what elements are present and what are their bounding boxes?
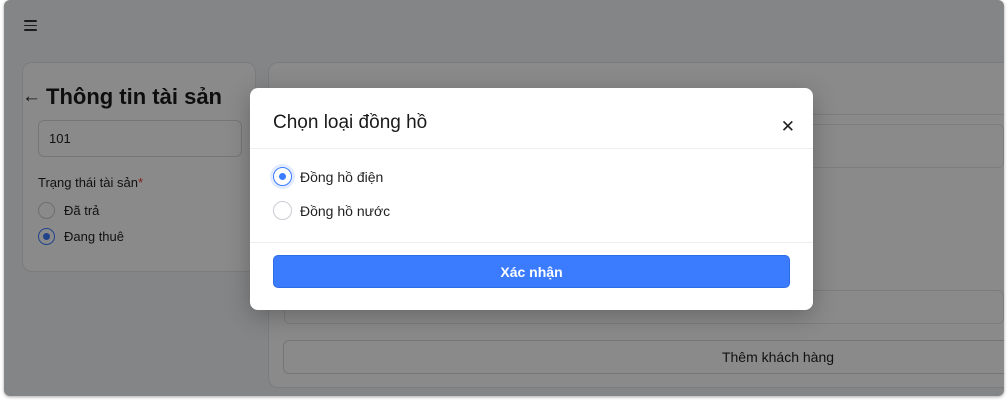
- radio-button[interactable]: [273, 201, 292, 220]
- dialog-title: Chọn loại đồng hồ: [273, 112, 428, 133]
- app-window: ← Thông tin tài sản 101 Trạng thái tài s…: [4, 0, 1004, 396]
- divider: [250, 148, 813, 149]
- radio-button-selected[interactable]: [273, 167, 292, 186]
- option-label: Đồng hồ điện: [300, 168, 384, 185]
- divider: [250, 242, 813, 243]
- confirm-button[interactable]: Xác nhận: [273, 255, 790, 288]
- option-label: Đồng hồ nước: [300, 202, 391, 219]
- option-water-meter[interactable]: Đồng hồ nước: [273, 201, 390, 220]
- close-icon[interactable]: ✕: [781, 118, 795, 135]
- option-electric-meter[interactable]: Đồng hồ điện: [273, 167, 383, 186]
- meter-type-dialog: Chọn loại đồng hồ ✕ Đồng hồ điện Đồng hồ…: [250, 88, 813, 310]
